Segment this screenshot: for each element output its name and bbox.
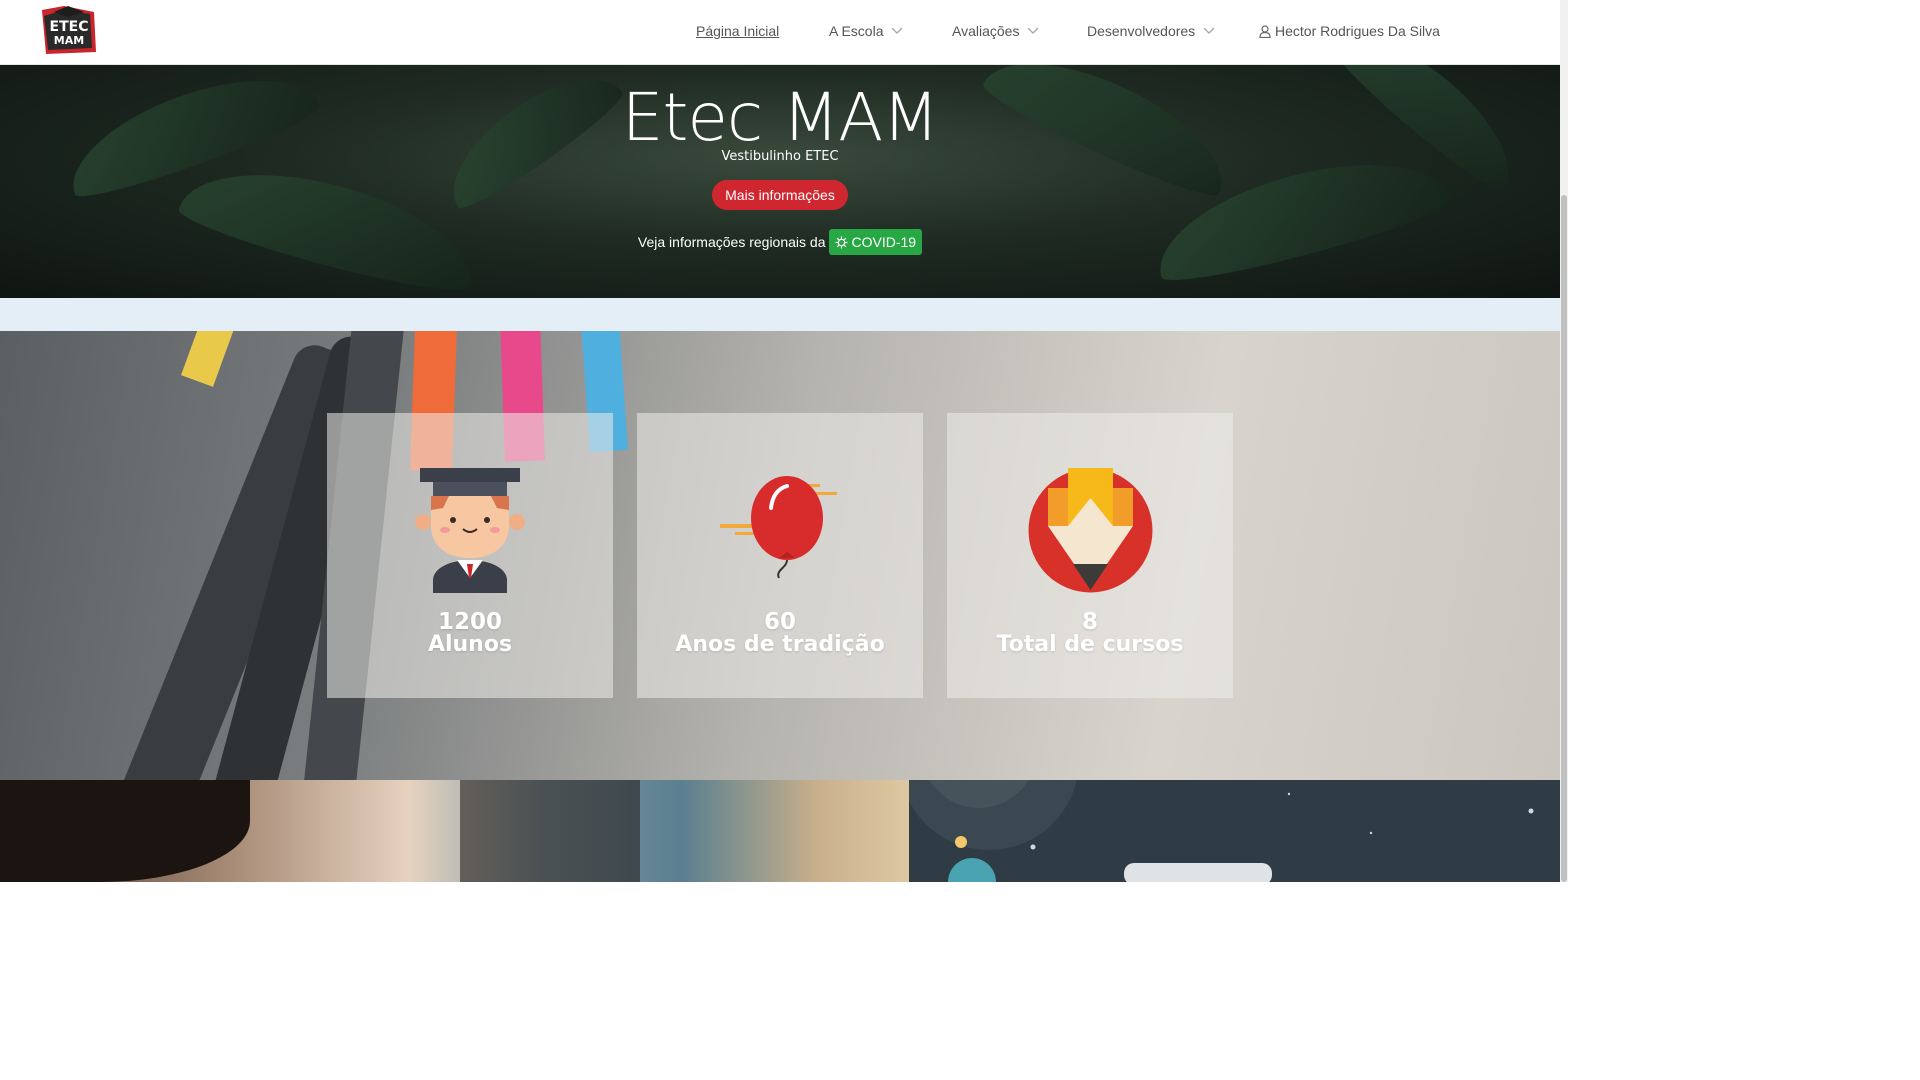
chevron-down-icon [1027,27,1039,34]
nav-desenvolvedores-label: Desenvolvedores [1087,23,1196,39]
vertical-scrollbar[interactable] [1560,0,1568,882]
nav-desenvolvedores-dropdown[interactable]: Desenvolvedores [1087,23,1215,39]
stat-card-anos: 60 Anos de tradição [637,413,923,698]
page: ETEC MAM Página Inicial A Escola Avaliaç… [0,0,1568,882]
nav-user-link[interactable]: Hector Rodrigues Da Silva [1259,23,1440,39]
covid-badge-link[interactable]: COVID-19 [829,229,923,255]
user-icon [1259,24,1271,38]
more-info-button[interactable]: Mais informações [712,180,848,210]
stat-label-cursos: Total de cursos [996,632,1184,657]
chevron-down-icon [1203,27,1215,34]
section-divider [0,298,1560,331]
logo-text-top: ETEC [50,19,89,35]
pen-decoration [181,331,251,387]
covid-badge-label: COVID-19 [851,234,917,250]
stats-section: 1200 Alunos 60 Anos de tradição 8 Total … [0,331,1560,780]
hero-subtitle: Vestibulinho ETEC [721,149,839,164]
space-illustration [909,780,1560,882]
stat-card-cursos: 8 Total de cursos [947,413,1233,698]
logo-text-bottom: MAM [54,34,84,47]
hero-banner: Etec MAM Vestibulinho ETEC Mais informaç… [0,65,1560,298]
covid-info-line: Veja informações regionais da COVID-19 [0,229,1560,255]
stat-label-alunos: Alunos [427,632,513,657]
nav-home-label: Página Inicial [696,23,780,39]
virus-icon [835,236,848,248]
nav-a-escola-dropdown[interactable]: A Escola [829,23,903,39]
pencil-badge-icon [1028,468,1152,593]
etec-mam-logo[interactable]: ETEC MAM [40,6,98,56]
nav-avaliacoes-dropdown[interactable]: Avaliações [952,23,1039,39]
chevron-down-icon [891,27,903,34]
hero-title: Etec MAM [621,79,940,156]
graduate-icon [415,468,525,593]
nav-a-escola-label: A Escola [829,23,884,39]
stat-card-alunos: 1200 Alunos [327,413,613,698]
navbar: ETEC MAM Página Inicial A Escola Avaliaç… [0,0,1560,65]
space-background [909,780,1534,882]
stat-label-anos: Anos de tradição [675,632,885,657]
nav-home-link[interactable]: Página Inicial [696,23,779,39]
students-photo [0,780,909,882]
nav-user-label: Hector Rodrigues Da Silva [1275,23,1440,39]
leaf-decoration [174,147,486,298]
scrollbar-thumb[interactable] [1561,195,1567,882]
covid-prefix-text: Veja informações regionais da [637,234,826,250]
balloon-icon [720,476,837,579]
nav-avaliacoes-label: Avaliações [952,23,1020,39]
